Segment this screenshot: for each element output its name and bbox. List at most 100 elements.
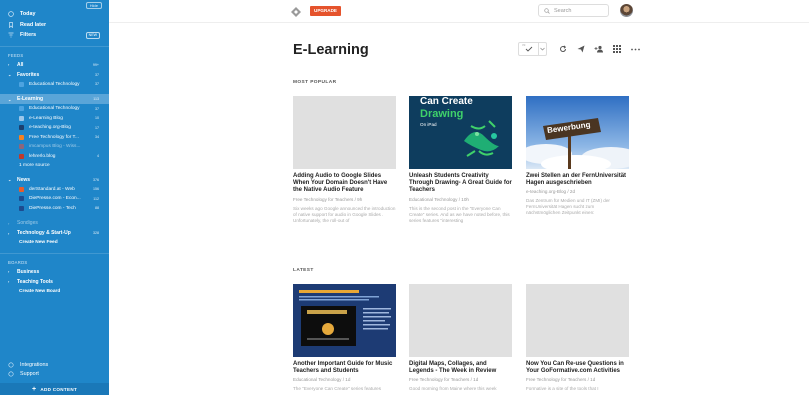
sidebar-item-favorites[interactable]: ⌄ Favorites 37	[0, 70, 109, 80]
sidebar-item-label: Support	[20, 371, 39, 378]
filter-icon	[8, 32, 14, 38]
feeds-section-label: FEEDS	[8, 52, 24, 58]
feed-item[interactable]: lehrerlo.blog 4	[0, 152, 109, 162]
feed-item[interactable]: DiePresse.com - Tech 88	[0, 204, 109, 214]
article-meta: Free Technology for Teachers / 9h	[293, 196, 363, 202]
sidebar-item-label: Filters	[20, 32, 37, 39]
add-people-icon[interactable]	[594, 44, 604, 54]
create-new-board-link[interactable]: Create New Board	[0, 287, 109, 297]
article-card[interactable]: Adding Audio to Google Slides When Your …	[293, 96, 396, 224]
feed-item[interactable]: Free Technology for T... 34	[0, 133, 109, 143]
article-card[interactable]: Now You Can Re-use Questions in Your GoF…	[526, 284, 629, 392]
unread-count: 10	[95, 116, 99, 121]
article-summary: Das Zentrum für Medien und IT (ZMI) der …	[526, 198, 610, 216]
sidebar: Hide Today Read later Filters NEW FEEDS …	[0, 0, 109, 395]
sidebar-item-technology[interactable]: › Technology & Start-Up 328	[0, 228, 109, 238]
add-content-button[interactable]: + ADD CONTENT	[0, 383, 109, 395]
feed-label: Free Technology for T...	[29, 134, 79, 140]
sidebar-item-business[interactable]: › Business	[0, 267, 109, 277]
grid-view-icon[interactable]	[612, 44, 622, 54]
feed-item[interactable]: derStandard.at - Web 156	[0, 185, 109, 195]
article-title[interactable]: Zwei Stellen an der FernUniversität Hage…	[526, 173, 629, 187]
unread-count: 4	[97, 154, 99, 159]
sidebar-item-read-later[interactable]: Read later	[0, 20, 109, 31]
article-thumbnail	[526, 284, 629, 357]
mark-read-period: 7d	[522, 43, 526, 47]
feed-favicon-icon	[19, 125, 24, 131]
unread-count: 37	[95, 82, 99, 87]
chevron-down-icon[interactable]	[539, 47, 546, 51]
article-title[interactable]: Adding Audio to Google Slides When Your …	[293, 173, 396, 195]
share-icon[interactable]	[576, 44, 586, 54]
sidebar-item-all[interactable]: › All 99+	[0, 60, 109, 70]
article-meta: e-teaching.org-Blog / 2d	[526, 189, 576, 195]
sidebar-item-teaching-tools[interactable]: › Teaching Tools	[0, 277, 109, 287]
unread-count: 99+	[92, 62, 99, 67]
feed-label: e-teaching.org-Blog	[29, 125, 71, 131]
feed-favicon-icon	[19, 205, 24, 211]
sidebar-topbar: Hide	[0, 0, 109, 9]
article-title[interactable]: Another Important Guide for Music Teache…	[293, 361, 396, 375]
checkmark-icon	[525, 46, 532, 52]
sidebar-item-filters[interactable]: Filters NEW	[0, 30, 109, 41]
sidebar-item-label: Teaching Tools	[17, 278, 53, 285]
unread-count: 112	[93, 196, 99, 201]
puzzle-icon	[8, 362, 14, 368]
feed-item[interactable]: imcampus Blog - Wiss...	[0, 142, 109, 152]
feed-favicon-icon	[19, 186, 24, 192]
article-summary: Formative is a site of the tools that I	[526, 386, 599, 392]
more-sources-link[interactable]: 1 more source	[0, 161, 109, 171]
sidebar-item-news[interactable]: ⌄ News 376	[0, 175, 109, 185]
article-title[interactable]: Now You Can Re-use Questions in Your GoF…	[526, 361, 629, 375]
article-thumbnail	[293, 284, 396, 357]
sidebar-item-e-learning[interactable]: ⌄ E-Learning 113	[0, 94, 109, 104]
feed-item[interactable]: Educational Technology 37	[0, 80, 109, 90]
avatar[interactable]	[620, 4, 633, 17]
sidebar-item-label: Business	[17, 268, 40, 275]
unread-count: 88	[95, 206, 99, 211]
chevron-right-icon: ›	[8, 220, 10, 226]
article-title[interactable]: Digital Maps, Collages, and Legends - Th…	[409, 361, 512, 375]
article-card[interactable]: Bewerbung Zwei Stellen an der FernUniver…	[526, 96, 629, 216]
unread-count: 37	[95, 106, 99, 111]
unread-count: 156	[93, 187, 99, 192]
feed-item[interactable]: Educational Technology 37	[0, 104, 109, 114]
sidebar-item-today[interactable]: Today	[0, 9, 109, 20]
search-placeholder: Search	[554, 7, 572, 14]
refresh-icon[interactable]	[558, 44, 568, 54]
feed-item[interactable]: DiePresse.com - Econ... 112	[0, 194, 109, 204]
article-meta: Educational Technology / 10h	[409, 196, 469, 202]
more-options-icon[interactable]	[630, 44, 640, 54]
feed-favicon-icon	[19, 134, 24, 140]
article-card[interactable]: Can Create Drawing On iPad Unleash Stude…	[409, 96, 512, 224]
feed-label: Educational Technology	[29, 106, 80, 112]
article-meta: Educational Technology / 1d	[293, 377, 351, 383]
feedly-logo-icon[interactable]	[290, 5, 302, 17]
sidebar-item-sondiges[interactable]: › Sondiges	[0, 218, 109, 228]
article-meta: Free Technology for Teachers / 1d	[526, 377, 596, 383]
article-thumbnail: Can Create Drawing On iPad	[409, 96, 512, 169]
feed-label: DiePresse.com - Econ...	[29, 196, 81, 202]
article-card[interactable]: Another Important Guide for Music Teache…	[293, 284, 396, 392]
unread-count: 37	[95, 72, 99, 77]
upgrade-button[interactable]: UPGRADE	[310, 6, 341, 16]
feed-item[interactable]: e-Learning Blog 10	[0, 114, 109, 124]
article-title[interactable]: Unleash Students Creativity Through Draw…	[409, 173, 512, 195]
feed-label: e-Learning Blog	[29, 115, 63, 121]
article-summary: The "Everyone Can Create" series feature…	[293, 386, 382, 392]
article-card[interactable]: Digital Maps, Collages, and Legends - Th…	[409, 284, 512, 392]
mark-as-read-button[interactable]: 7d	[518, 42, 547, 56]
screenshot-preview-icon	[299, 290, 391, 346]
feed-favicon-icon	[19, 144, 24, 150]
sun-icon	[8, 11, 14, 18]
sidebar-item-support[interactable]: Support	[0, 370, 109, 380]
sidebar-item-integrations[interactable]: Integrations	[0, 360, 109, 370]
create-new-feed-link[interactable]: Create New Feed	[0, 238, 109, 248]
hide-sidebar-button[interactable]: Hide	[85, 2, 102, 9]
search-input[interactable]: Search	[538, 4, 609, 17]
sidebar-item-label: All	[17, 61, 24, 68]
feed-item[interactable]: e-teaching.org-Blog 17	[0, 123, 109, 133]
chevron-down-icon: ⌄	[8, 96, 12, 102]
latest-label: LATEST	[293, 268, 314, 273]
sidebar-item-label: Technology & Start-Up	[17, 230, 71, 236]
